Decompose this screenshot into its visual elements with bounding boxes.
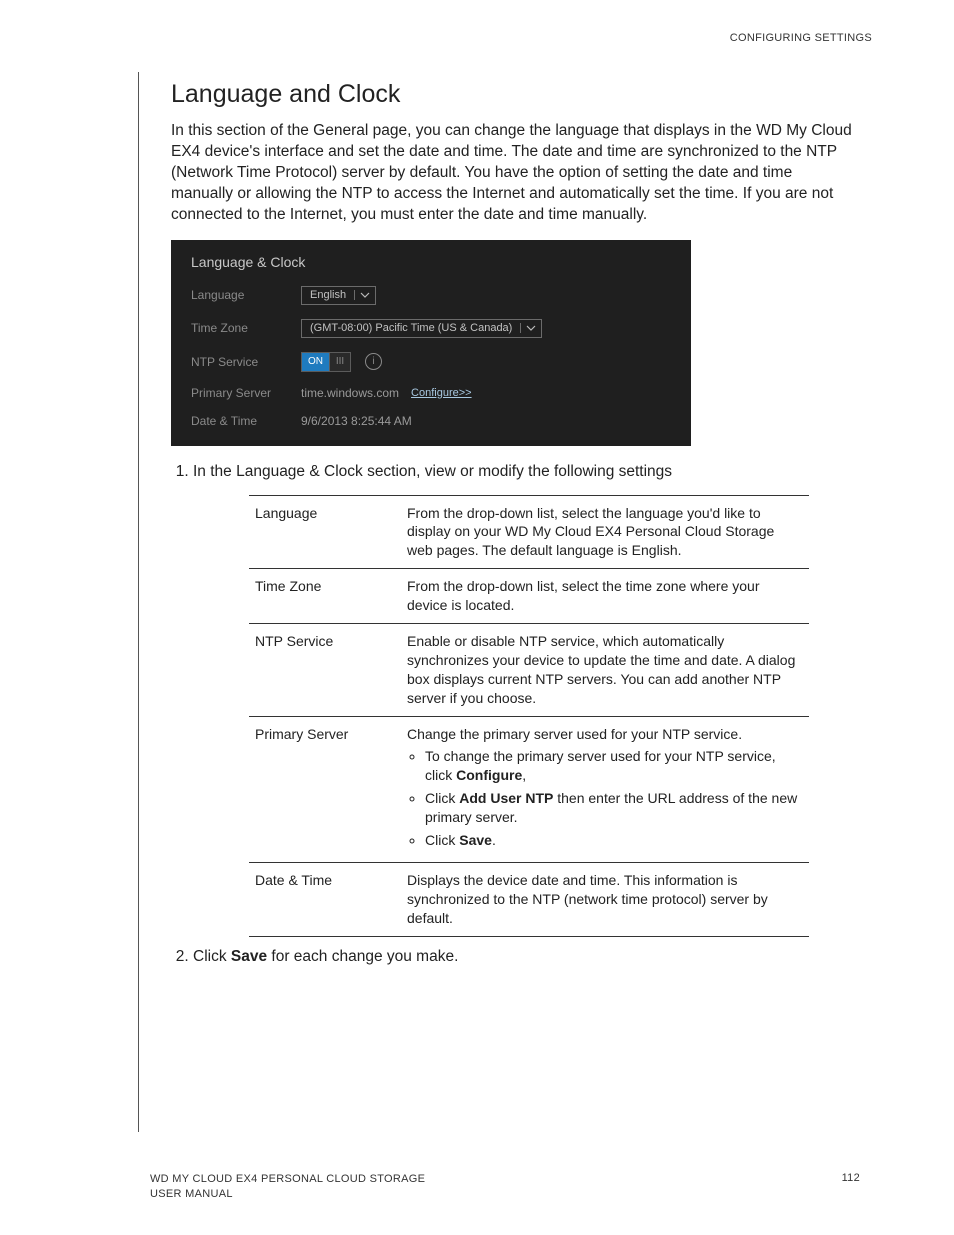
ntp-service-label: NTP Service [191, 355, 301, 369]
chevron-down-icon [520, 323, 541, 333]
primary-server-value: time.windows.com [301, 386, 399, 400]
language-select-value: English [302, 287, 354, 304]
panel-title: Language & Clock [191, 254, 671, 270]
row-name: Date & Time [249, 862, 401, 936]
timezone-label: Time Zone [191, 321, 301, 335]
bullet-bold: Save [459, 832, 492, 848]
table-row: Language From the drop-down list, select… [249, 495, 809, 569]
intro-paragraph: In this section of the General page, you… [171, 121, 858, 226]
bullet-bold: Configure [456, 767, 522, 783]
language-label: Language [191, 288, 301, 302]
row-name: NTP Service [249, 623, 401, 716]
row-desc: Enable or disable NTP service, which aut… [401, 623, 809, 716]
footer-title-line2: USER MANUAL [150, 1187, 425, 1201]
step-1-text: In the Language & Clock section, view or… [193, 463, 672, 480]
row-desc: Displays the device date and time. This … [401, 862, 809, 936]
timezone-row: Time Zone (GMT-08:00) Pacific Time (US &… [191, 319, 671, 338]
steps-list: In the Language & Clock section, view or… [171, 462, 858, 968]
running-header: CONFIGURING SETTINGS [730, 32, 872, 44]
main-content: Language and Clock In this section of th… [138, 72, 858, 1132]
page-footer: WD MY CLOUD EX4 PERSONAL CLOUD STORAGE U… [150, 1172, 860, 1201]
language-clock-panel: Language & Clock Language English Time Z… [171, 240, 691, 446]
step-2: Click Save for each change you make. [193, 947, 858, 968]
primary-server-row: Primary Server time.windows.com Configur… [191, 386, 671, 400]
row-desc: From the drop-down list, select the lang… [401, 495, 809, 569]
primary-desc-lead: Change the primary server used for your … [407, 726, 742, 742]
table-row: Primary Server Change the primary server… [249, 716, 809, 862]
toggle-on-label: ON [302, 353, 329, 371]
info-icon[interactable]: i [365, 353, 382, 370]
toggle-knob: III [329, 353, 350, 371]
section-title: Language and Clock [171, 80, 858, 109]
footer-title-line1: WD MY CLOUD EX4 PERSONAL CLOUD STORAGE [150, 1172, 425, 1186]
page-number: 112 [842, 1172, 860, 1201]
ntp-service-row: NTP Service ON III i [191, 352, 671, 372]
row-name: Time Zone [249, 569, 401, 624]
row-name: Primary Server [249, 716, 401, 862]
step-2-text: for each change you make. [267, 948, 458, 965]
list-item: To change the primary server used for yo… [425, 747, 803, 785]
language-row: Language English [191, 286, 671, 305]
list-item: Click Add User NTP then enter the URL ad… [425, 789, 803, 827]
datetime-value: 9/6/2013 8:25:44 AM [301, 414, 412, 428]
ntp-toggle[interactable]: ON III [301, 352, 351, 372]
language-select[interactable]: English [301, 286, 376, 305]
timezone-select-value: (GMT-08:00) Pacific Time (US & Canada) [302, 320, 520, 337]
table-row: Time Zone From the drop-down list, selec… [249, 569, 809, 624]
chevron-down-icon [354, 290, 375, 300]
bullet-bold: Add User NTP [459, 790, 553, 806]
timezone-select[interactable]: (GMT-08:00) Pacific Time (US & Canada) [301, 319, 542, 338]
table-row: NTP Service Enable or disable NTP servic… [249, 623, 809, 716]
row-name: Language [249, 495, 401, 569]
table-row: Date & Time Displays the device date and… [249, 862, 809, 936]
configure-link[interactable]: Configure>> [411, 387, 472, 399]
bullet-text: Click [425, 832, 459, 848]
row-desc: From the drop-down list, select the time… [401, 569, 809, 624]
settings-table: Language From the drop-down list, select… [249, 495, 809, 937]
bullet-text: . [492, 832, 496, 848]
bullet-text: , [522, 767, 526, 783]
row-desc: Change the primary server used for your … [401, 716, 809, 862]
step-1: In the Language & Clock section, view or… [193, 462, 858, 937]
primary-bullets: To change the primary server used for yo… [407, 747, 803, 849]
step-2-bold: Save [231, 948, 267, 965]
bullet-text: Click [425, 790, 459, 806]
step-2-text: Click [193, 948, 231, 965]
datetime-label: Date & Time [191, 414, 301, 428]
primary-server-label: Primary Server [191, 386, 301, 400]
list-item: Click Save. [425, 831, 803, 850]
datetime-row: Date & Time 9/6/2013 8:25:44 AM [191, 414, 671, 428]
